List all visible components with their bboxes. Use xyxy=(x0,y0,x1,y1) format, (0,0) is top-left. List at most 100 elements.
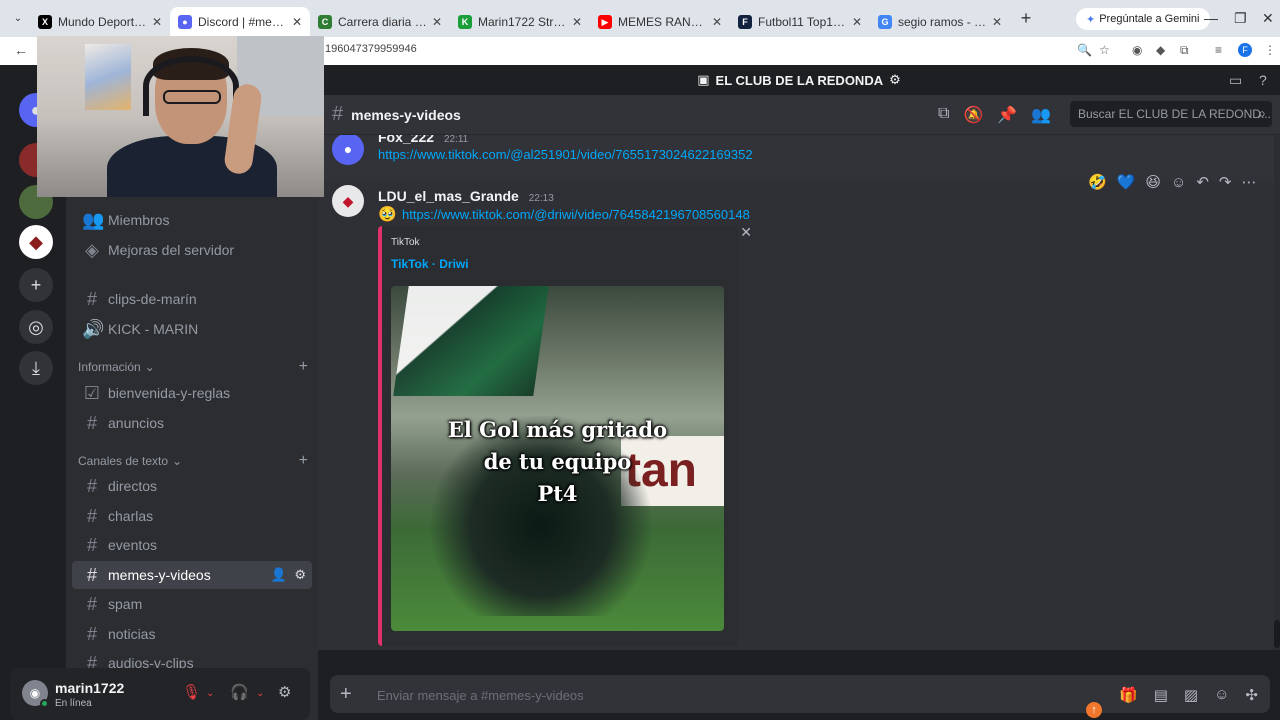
scrollbar-thumb[interactable] xyxy=(1274,620,1280,648)
discover-compass-icon[interactable]: ◎ xyxy=(19,310,53,344)
user-settings-gear-icon[interactable]: ⚙ xyxy=(278,683,291,701)
message-author[interactable]: LDU_el_mas_Grande 22:13 xyxy=(378,188,554,204)
url-text[interactable]: 196047379959946 xyxy=(325,43,417,55)
tab-close-icon[interactable]: ✕ xyxy=(572,15,582,29)
tab-close-icon[interactable]: ✕ xyxy=(852,15,862,29)
tab-close-icon[interactable]: ✕ xyxy=(432,15,442,29)
gift-icon[interactable]: 🎁 xyxy=(1119,686,1138,704)
reaction-emoji[interactable]: 🤣 xyxy=(1088,173,1107,191)
username[interactable]: marin1722 xyxy=(55,680,124,696)
extensions-puzzle-icon[interactable]: ⧉ xyxy=(1180,43,1189,58)
reading-list-icon[interactable]: ≡ xyxy=(1215,43,1222,57)
search-input[interactable]: Buscar EL CLUB DE LA REDOND... ⌕ xyxy=(1070,101,1272,127)
profile-avatar-icon[interactable]: F xyxy=(1238,43,1252,57)
sidebar-item-members[interactable]: 👥 Miembros xyxy=(72,206,312,234)
channel-charlas[interactable]: # charlas xyxy=(72,502,312,530)
sticker-icon[interactable]: ▨ xyxy=(1184,686,1198,704)
notifications-muted-icon[interactable]: 🔕 xyxy=(963,105,983,125)
channel-spam[interactable]: # spam xyxy=(72,590,312,618)
reply-icon[interactable]: ↶ xyxy=(1196,173,1209,191)
category-canales-de-texto[interactable]: Canales de texto ⌄ + xyxy=(78,452,308,470)
nitro-upgrade-icon[interactable]: ↑ xyxy=(1086,702,1102,718)
inbox-icon[interactable]: ▭ xyxy=(1229,72,1242,89)
window-close-icon[interactable]: ✕ xyxy=(1262,10,1274,27)
embed-video[interactable]: tan El Gol más gritado de tu equipo Pt4 xyxy=(391,286,724,631)
message-link[interactable]: https://www.tiktok.com/@al251901/video/7… xyxy=(378,147,753,162)
embed-title[interactable]: TikTok · Driwi xyxy=(391,257,469,271)
server-icon: ▣ xyxy=(697,72,710,87)
tab-close-icon[interactable]: ✕ xyxy=(292,15,302,29)
zoom-icon[interactable]: 🔍 xyxy=(1077,43,1092,57)
forward-icon[interactable]: ↷ xyxy=(1219,173,1232,191)
browser-tab[interactable]: X Mundo Deportivo en X: " ✕ xyxy=(30,7,170,37)
tab-close-icon[interactable]: ✕ xyxy=(992,15,1002,29)
invite-user-icon[interactable]: 👤 xyxy=(271,567,287,582)
channel-memes-y-videos[interactable]: # memes-y-videos 👤 ⚙ xyxy=(72,561,312,589)
channel-label: bienvenida-y-reglas xyxy=(108,385,231,401)
channel-kick-marin[interactable]: 🔊 KICK - MARIN xyxy=(72,315,312,343)
threads-icon[interactable]: ⧉ xyxy=(938,105,949,125)
channel-noticias[interactable]: # noticias xyxy=(72,620,312,648)
avatar[interactable]: ◆ xyxy=(332,185,364,217)
add-reaction-icon[interactable]: ☺ xyxy=(1171,174,1186,191)
deafen-headphones-icon[interactable]: 🎧 xyxy=(230,683,249,701)
download-icon[interactable]: ⤓ xyxy=(19,351,53,385)
gemini-button[interactable]: ✦ Pregúntale a Gemini xyxy=(1076,8,1210,30)
avatar[interactable]: ● xyxy=(332,135,364,165)
channel-clips-de-marin[interactable]: # clips-de-marín xyxy=(72,285,312,313)
message-author[interactable]: Fox_222 22:11 xyxy=(378,135,468,145)
channel-eventos[interactable]: # eventos xyxy=(72,531,312,559)
channel-directos[interactable]: # directos xyxy=(72,472,312,500)
channel-anuncios[interactable]: # anuncios xyxy=(72,409,312,437)
browser-tab[interactable]: F Futbol11 Top10 - Play Foc ✕ xyxy=(730,7,870,37)
member-list-icon[interactable]: 👥 xyxy=(1031,105,1051,125)
add-channel-icon[interactable]: + xyxy=(299,452,308,470)
more-options-icon[interactable]: ⋯ xyxy=(1242,173,1257,191)
close-icon[interactable]: ✕ xyxy=(740,224,752,241)
extension-color-icon[interactable]: ◉ xyxy=(1132,43,1142,57)
sidebar-item-server-boosts[interactable]: ◈ Mejoras del servidor xyxy=(72,236,312,264)
back-arrow-icon[interactable]: ← xyxy=(14,42,28,58)
tab-search-chevron-icon[interactable]: ⌄ xyxy=(6,13,30,24)
channel-settings-gear-icon[interactable]: ⚙ xyxy=(294,567,306,582)
add-channel-icon[interactable]: + xyxy=(299,358,308,376)
message-link[interactable]: https://www.tiktok.com/@driwi/video/7645… xyxy=(402,207,750,222)
headphones-chevron-down-icon[interactable]: ⌄ xyxy=(256,688,264,699)
restore-icon[interactable]: ❐ xyxy=(1234,10,1247,27)
pin-icon[interactable]: 📌 xyxy=(997,105,1017,125)
bookmark-star-icon[interactable]: ☆ xyxy=(1099,43,1110,57)
message-hover-toolbar: 🤣 💙 😆 ☺ ↶ ↷ ⋯ xyxy=(1088,173,1257,192)
server-avatar-icon[interactable]: ◆ xyxy=(19,225,53,259)
browser-tab[interactable]: G segio ramos - Buscar con ✕ xyxy=(870,7,1010,37)
search-icon: ⌕ xyxy=(1258,105,1266,121)
add-server-icon[interactable]: + xyxy=(19,268,53,302)
category-label: Información xyxy=(78,360,141,374)
apps-icon[interactable]: ✣ xyxy=(1245,686,1258,704)
browser-tab[interactable]: C Carrera diaria de fútbol | C ✕ xyxy=(310,7,450,37)
gif-icon[interactable]: ▤ xyxy=(1154,686,1168,704)
channel-bienvenida-y-reglas[interactable]: ☑ bienvenida-y-reglas xyxy=(72,379,312,407)
emoji-icon[interactable]: ☺ xyxy=(1214,686,1229,704)
mic-chevron-down-icon[interactable]: ⌄ xyxy=(206,688,214,699)
attach-plus-icon[interactable]: + xyxy=(340,683,352,706)
category-informacion[interactable]: Información ⌄ + xyxy=(78,358,308,376)
message-scrollbar[interactable] xyxy=(1274,135,1280,650)
tab-close-icon[interactable]: ✕ xyxy=(712,15,722,29)
help-icon[interactable]: ? xyxy=(1259,72,1267,88)
browser-tab[interactable]: K Marin1722 Stream - Watc ✕ xyxy=(450,7,590,37)
minimize-icon[interactable]: — xyxy=(1204,10,1218,26)
mute-mic-icon[interactable]: 🎙 xyxy=(182,683,201,701)
server-title-bar[interactable]: ▣ EL CLUB DE LA REDONDA ⚙ xyxy=(318,65,1280,95)
reaction-emoji[interactable]: 💙 xyxy=(1117,173,1136,191)
message-composer[interactable]: + Enviar mensaje a #memes-y-videos ↑ 🎁 ▤… xyxy=(330,675,1270,718)
message-emoji: 🥹 xyxy=(378,206,397,223)
browser-menu-icon[interactable]: ⋮ xyxy=(1264,43,1276,57)
reaction-emoji[interactable]: 😆 xyxy=(1145,173,1161,191)
site-favicon-icon: C xyxy=(318,15,332,29)
gemini-sparkle-icon: ✦ xyxy=(1086,13,1096,26)
browser-tab-active[interactable]: ● Discord | #memes-y-vide ✕ xyxy=(170,7,310,37)
new-tab-button[interactable]: + xyxy=(1016,8,1036,29)
tab-close-icon[interactable]: ✕ xyxy=(152,15,162,29)
browser-tab[interactable]: ▶ MEMES RANDOM #727 - ✕ xyxy=(590,7,730,37)
extension-red-icon[interactable]: ◆ xyxy=(1156,43,1165,57)
